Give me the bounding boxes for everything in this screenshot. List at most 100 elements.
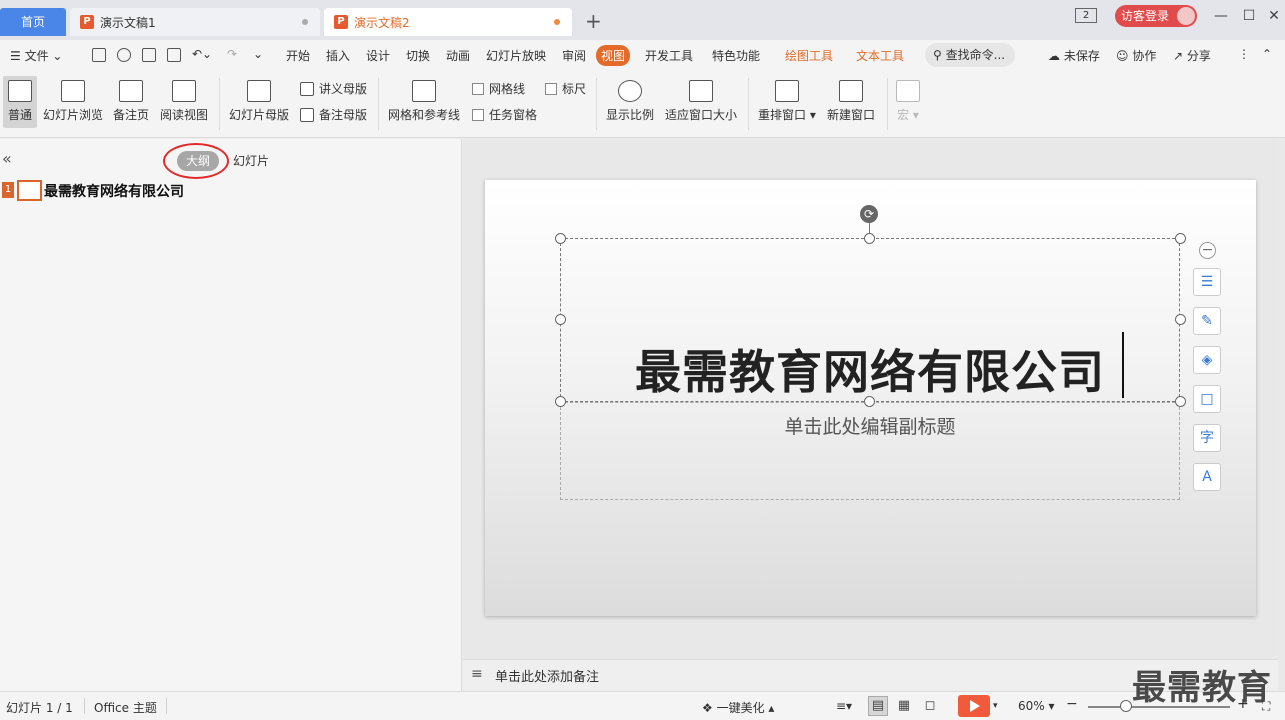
zoom-level[interactable]: 60% ▾ [1018,699,1055,713]
slide-subtitle[interactable]: 单击此处编辑副标题 [560,412,1180,439]
menu-transition[interactable]: 切换 [406,47,430,64]
task-pane-checkbox[interactable]: 任务窗格 [472,106,537,123]
reading-view-icon[interactable]: ◻ [920,696,940,716]
menu-start[interactable]: 开始 [286,47,310,64]
new-window-button[interactable]: 新建窗口 [827,80,875,123]
menu-animation[interactable]: 动画 [446,47,470,64]
collaborate-button[interactable]: ☺ 协作 [1116,47,1156,64]
undo-icon[interactable]: ↶⌄ [192,47,212,61]
resize-handle[interactable] [555,396,566,407]
resize-handle[interactable] [864,396,875,407]
resize-handle[interactable] [555,314,566,325]
close-icon[interactable]: ✕ [1266,8,1282,24]
maximize-icon[interactable]: ☐ [1241,8,1257,24]
normal-view-status-icon[interactable]: ▤ [868,696,888,716]
slide-sorter-icon [61,80,85,102]
play-slideshow-button[interactable] [958,695,990,717]
divider [84,698,85,714]
slide-master-button[interactable]: 幻灯片母版 [229,80,289,123]
fill-icon[interactable]: ◈ [1193,346,1221,374]
unsaved-dot[interactable] [554,19,560,25]
menu-developer[interactable]: 开发工具 [645,47,693,64]
resize-handle[interactable] [1175,314,1186,325]
notes-master-button[interactable]: 备注母版 [300,106,367,123]
more-icon[interactable]: ⋮ [1238,47,1250,61]
layers-icon[interactable]: ☰ [1193,268,1221,296]
watermark: 最需教育 [1132,668,1272,708]
text-effect-icon[interactable]: A [1193,463,1221,491]
font-icon[interactable]: 字 [1193,424,1221,452]
resize-handle[interactable] [1175,396,1186,407]
tab-doc-2-label: 演示文稿2 [354,15,410,30]
tab-close-dot[interactable] [302,19,308,25]
divider [219,78,220,130]
command-search[interactable]: ⚲ 查找命令... [925,43,1015,67]
sorter-view-icon[interactable]: ▦ [894,696,914,716]
file-menu[interactable]: ☰ 文件 ⌄ [10,47,62,64]
slide-sorter-button[interactable]: 幻灯片浏览 [43,80,103,123]
visitor-login-button[interactable]: 访客登录 [1115,5,1197,27]
tab-doc-2[interactable]: P 演示文稿2 [324,8,572,36]
menu-bar: ☰ 文件 ⌄ ↶⌄ ↷ ⌄ 开始 插入 设计 切换 动画 幻灯片放映 审阅 视图… [0,40,1285,70]
zoom-button[interactable]: 显示比例 [606,80,654,123]
menu-special[interactable]: 特色功能 [712,47,760,64]
slide-title[interactable]: 最需教育网络有限公司 [560,336,1180,402]
arrange-windows-button[interactable]: 重排窗口 ▾ [758,80,816,123]
grid-guides-button[interactable]: 网格和参考线 [388,80,460,123]
menu-insert[interactable]: 插入 [326,47,350,64]
notes-toggle-icon[interactable]: ≡▾ [836,699,852,713]
avatar [1177,7,1195,25]
menu-view[interactable]: 视图 [596,45,631,66]
tab-home[interactable]: 首页 [0,8,66,36]
ruler-checkbox[interactable]: 标尺 [545,80,586,97]
new-tab-button[interactable]: + [585,10,602,32]
zoom-out-icon[interactable]: − [1066,696,1078,712]
play-options-chevron-icon[interactable]: ▾ [993,701,998,711]
resize-handle[interactable] [1175,233,1186,244]
collapse-ribbon-icon[interactable]: ⌃ [1262,47,1272,61]
format-painter-icon[interactable] [117,48,131,62]
beautify-button[interactable]: ❖ 一键美化 ▴ [702,699,774,716]
slide-master-icon [247,80,271,102]
tab-doc-1[interactable]: P 演示文稿1 [70,8,320,36]
reading-view-button[interactable]: 阅读视图 [160,80,208,123]
unsaved-button[interactable]: ☁ 未保存 [1048,47,1100,64]
macro-button[interactable]: 宏 ▾ [896,80,920,123]
theme-name[interactable]: Office 主题 [94,699,157,716]
menu-design[interactable]: 设计 [366,47,390,64]
beautify-icon: ❖ [702,701,713,715]
notes-master-icon [300,107,314,122]
more-quick-access-icon[interactable]: ⌄ [253,47,263,61]
outline-icon[interactable]: □ [1193,385,1221,413]
normal-view-button[interactable]: 普通 [3,76,37,128]
menu-text-tools[interactable]: 文本工具 [856,47,904,64]
menu-review[interactable]: 审阅 [562,47,586,64]
search-placeholder: 查找命令... [945,48,1006,62]
notes-placeholder: 单击此处添加备注 [495,670,600,685]
rotate-handle-icon[interactable]: ⟳ [860,205,878,223]
slide-thumbnail-icon[interactable] [17,180,42,201]
print-preview-icon[interactable] [167,48,181,62]
pen-icon[interactable]: ✎ [1193,307,1221,335]
collapse-toolbar-icon[interactable]: − [1199,242,1216,259]
tab-slides[interactable]: 幻灯片 [233,152,269,169]
fit-window-button[interactable]: 适应窗口大小 [665,80,737,123]
outline-slide-title[interactable]: 最需教育网络有限公司 [44,181,184,201]
save-icon[interactable] [92,48,106,62]
handout-master-button[interactable]: 讲义母版 [300,80,367,97]
redo-icon[interactable]: ↷ [227,47,237,61]
menu-drawing-tools[interactable]: 绘图工具 [785,47,833,64]
notes-page-button[interactable]: 备注页 [113,80,149,123]
zoom-slider-thumb[interactable] [1120,700,1132,712]
minimize-icon[interactable]: — [1213,8,1229,24]
collapse-panel-icon[interactable]: « [2,149,12,168]
vertical-scrollbar[interactable] [1277,139,1285,691]
resize-handle[interactable] [555,233,566,244]
print-icon[interactable] [142,48,156,62]
checkbox-icon [545,82,557,95]
gridlines-checkbox[interactable]: 网格线 [472,80,525,97]
share-button[interactable]: ↗ 分享 [1173,47,1211,64]
menu-slideshow[interactable]: 幻灯片放映 [486,47,546,64]
resize-handle[interactable] [864,233,875,244]
window-count-badge[interactable]: 2 [1075,8,1097,23]
